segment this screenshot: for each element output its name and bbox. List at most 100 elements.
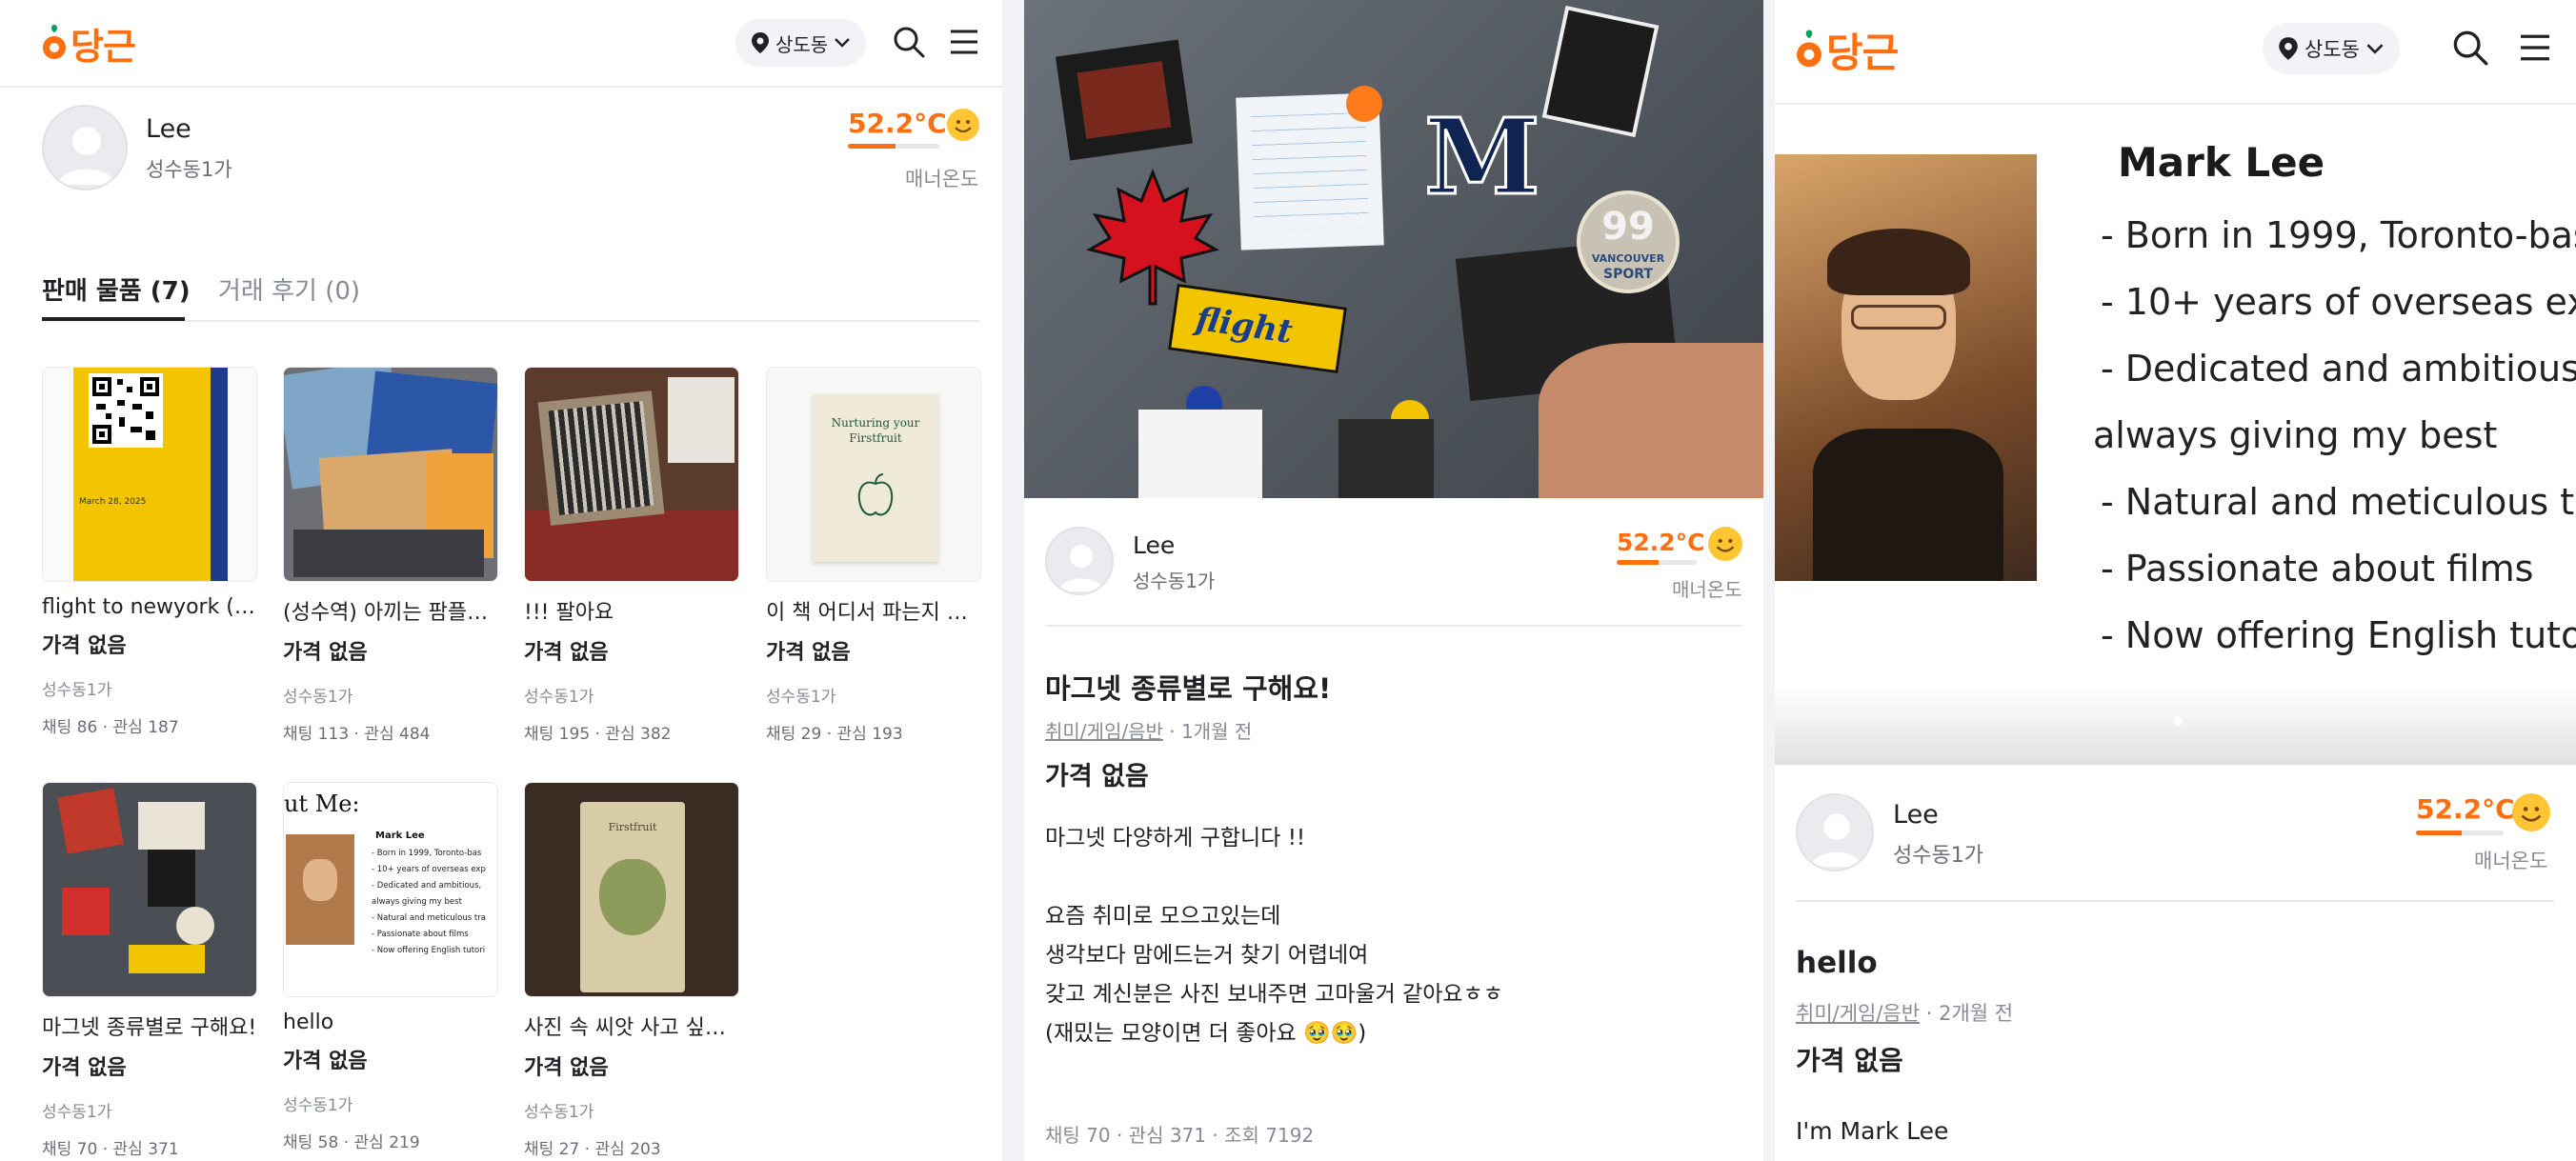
location-selector[interactable]: 상도동 [2263, 23, 2400, 74]
profile-page-panel: 당근 상도동 Lee 성수동1가 52.2°C 매너온도 판매 물품 (7) 거… [0, 0, 1002, 1161]
profile-name: Lee [146, 114, 191, 144]
post-body: 마그넷 다양하게 구합니다 !! 요즘 취미로 모으고있는데 생각보다 맘에드는… [1045, 819, 1503, 1053]
product-price: 가격 없음 [524, 641, 609, 665]
product-title: 이 책 어디서 파는지 아... [766, 601, 981, 625]
product-stats: 채팅 58 · 관심 219 [283, 1133, 420, 1152]
product-title: hello [283, 1011, 334, 1034]
qr-code-image [89, 373, 163, 448]
product-card[interactable]: March 28, 2025 flight to newyork (3... 가… [42, 367, 257, 737]
magnet-99-sub2: SPORT [1603, 267, 1653, 282]
mini-resume-heading: ut Me: [284, 791, 360, 817]
temperature-bar-fill [1617, 560, 1659, 565]
product-card[interactable]: Nurturing your Firstfruit 이 책 어디서 파는지 아.… [766, 367, 981, 744]
post-body-line: 요즘 취미로 모으고있는데 [1045, 904, 1281, 929]
product-card[interactable]: (성수역) 아끼는 팜플렛... 가격 없음 성수동1가 채팅 113 · 관심… [283, 367, 498, 744]
temperature-bar [848, 144, 939, 149]
magnet-99-number: 99 [1601, 205, 1655, 249]
category-link[interactable]: 취미/게임/음반 [1045, 720, 1163, 743]
product-card[interactable]: ut Me: Mark Lee - Born in 1999, Toronto-… [283, 782, 498, 1152]
magnet-99-sub: VANCOUVER [1591, 252, 1665, 265]
temperature-bar [1617, 560, 1697, 565]
product-location: 성수동1가 [283, 688, 353, 707]
product-thumbnail[interactable]: ut Me: Mark Lee - Born in 1999, Toronto-… [283, 782, 498, 997]
product-price: 가격 없음 [283, 1050, 368, 1073]
product-title: !!! 팔아요 [524, 601, 614, 625]
avatar[interactable] [42, 105, 128, 190]
temperature-bar-fill [2416, 831, 2462, 835]
product-thumbnail[interactable]: Firstfruit [524, 782, 739, 997]
m-letter-magnet: M [1423, 94, 1542, 220]
post-meta: 취미/게임/음반 · 2개월 전 [1796, 998, 2013, 1027]
search-icon[interactable] [890, 23, 928, 61]
product-thumbnail[interactable]: March 28, 2025 [42, 367, 257, 582]
smile-face-icon [1708, 527, 1742, 561]
resume-line: - Born in 1999, Toronto-bas [2101, 214, 2576, 256]
category-link[interactable]: 취미/게임/음반 [1796, 1002, 1920, 1025]
post-stats: 채팅 70 · 관심 371 · 조회 7192 [1045, 1124, 1315, 1147]
temperature-bar [2416, 831, 2504, 835]
smile-face-icon [2512, 793, 2550, 831]
post-detail-panel-hello: 당근 상도동 Mark Lee - Born in 1999, Toronto-… [1775, 0, 2576, 1161]
manner-temperature: 52.2°C [848, 108, 947, 139]
avatar[interactable] [1045, 527, 1114, 595]
mini-resume-line: - Dedicated and ambitious, [372, 881, 482, 891]
carrot-logo-icon [1797, 29, 1821, 67]
product-stats: 채팅 27 · 관심 203 [524, 1140, 661, 1159]
product-price: 가격 없음 [42, 1056, 127, 1080]
hamburger-menu-icon[interactable] [945, 23, 983, 61]
resume-line: - Dedicated and ambitious, [2101, 348, 2576, 390]
top-header: 당근 상도동 [1775, 0, 2576, 105]
product-thumbnail[interactable] [524, 367, 739, 582]
apple-icon [857, 473, 894, 516]
smile-face-icon [947, 109, 979, 141]
post-photo[interactable]: M 99 VANCOUVER SPORT flight [1024, 0, 1763, 498]
tab-sales-items[interactable]: 판매 물품 (7) [42, 271, 191, 307]
map-pin-icon [752, 32, 769, 53]
product-card[interactable]: !!! 팔아요 가격 없음 성수동1가 채팅 195 · 관심 382 [524, 367, 739, 744]
location-label: 상도동 [2304, 38, 2360, 61]
ticket-date: March 28, 2025 [79, 497, 147, 507]
brand-name: 당근 [1826, 30, 1899, 76]
product-price: 가격 없음 [42, 634, 127, 658]
resume-line: - Now offering English tutori [2101, 614, 2576, 656]
seller-location: 성수동1가 [1893, 844, 1983, 868]
product-thumbnail[interactable]: Nurturing your Firstfruit [766, 367, 981, 582]
carousel-dot[interactable] [2173, 716, 2183, 726]
post-price: 가격 없음 [1796, 1045, 1903, 1076]
product-thumbnail[interactable] [283, 367, 498, 582]
tab-reviews[interactable]: 거래 후기 (0) [218, 271, 360, 307]
resume-line: always giving my best [2093, 414, 2498, 456]
temperature-label: 매너온도 [1672, 578, 1742, 601]
post-photo[interactable]: Mark Lee - Born in 1999, Toronto-bas - 1… [1775, 105, 2576, 765]
product-stats: 채팅 113 · 관심 484 [283, 725, 431, 744]
avatar[interactable] [1796, 793, 1874, 871]
product-price: 가격 없음 [524, 1056, 609, 1080]
location-label: 상도동 [775, 32, 829, 56]
post-body-line: (재밌는 모양이면 더 좋아요 🥹🥹) [1045, 1021, 1367, 1046]
mini-resume-line: always giving my best [372, 897, 462, 907]
map-pin-icon [2279, 37, 2298, 60]
hamburger-menu-icon[interactable] [2514, 27, 2556, 69]
product-card[interactable]: 마그넷 종류별로 구해요! 가격 없음 성수동1가 채팅 70 · 관심 371 [42, 782, 257, 1159]
brand-logo[interactable]: 당근 [42, 17, 136, 70]
location-selector[interactable]: 상도동 [735, 19, 867, 67]
product-location: 성수동1가 [283, 1096, 353, 1115]
product-title: 마그넷 종류별로 구해요! [42, 1016, 257, 1040]
post-body-line: 마그넷 다양하게 구합니다 !! [1045, 826, 1306, 851]
post-title: hello [1796, 946, 1878, 980]
mini-resume-line: - Now offering English tutori [372, 946, 486, 955]
brand-name: 당근 [70, 26, 136, 68]
product-location: 성수동1가 [42, 681, 112, 700]
product-thumbnail[interactable] [42, 782, 257, 997]
product-location: 성수동1가 [524, 688, 594, 707]
product-card[interactable]: Firstfruit 사진 속 씨앗 사고 싶은... 가격 없음 성수동1가 … [524, 782, 739, 1159]
product-price: 가격 없음 [283, 641, 368, 665]
post-price: 가격 없음 [1045, 762, 1149, 791]
product-title: (성수역) 아끼는 팜플렛... [283, 601, 498, 625]
product-stats: 채팅 195 · 관심 382 [524, 725, 672, 744]
panel-divider [1002, 0, 1024, 1161]
manner-temperature: 52.2°C [2416, 793, 2515, 825]
search-icon[interactable] [2449, 27, 2491, 69]
brand-logo[interactable]: 당근 [1796, 21, 1899, 79]
resume-line: - Natural and meticulous tra [2101, 481, 2576, 523]
